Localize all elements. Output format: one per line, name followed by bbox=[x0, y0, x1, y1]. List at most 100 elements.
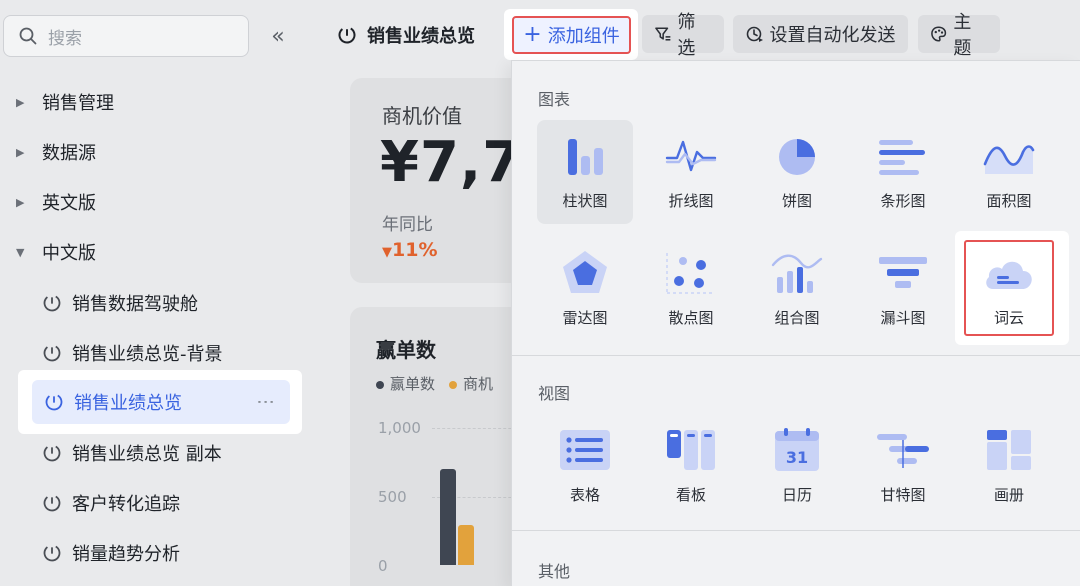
chart-option-line[interactable]: 折线图 bbox=[643, 120, 739, 224]
dashboard-item[interactable]: 销售业绩总览-背景 bbox=[30, 331, 290, 375]
section-divider bbox=[512, 530, 1080, 531]
line-chart-icon bbox=[665, 140, 717, 172]
card-title: 赢单数 bbox=[376, 338, 436, 362]
legend-label: 商机 bbox=[463, 375, 494, 393]
chart-option-horizontal-bar[interactable]: 条形图 bbox=[855, 120, 951, 224]
view-option-label: 看板 bbox=[675, 486, 706, 504]
auto-send-button[interactable]: 设置自动化发送 bbox=[733, 15, 908, 53]
yoy-label: 年同比 bbox=[382, 215, 433, 235]
filter-icon bbox=[655, 27, 671, 41]
legend-item: 赢单数 bbox=[376, 373, 435, 394]
chart-legend: 赢单数 商机 bbox=[376, 373, 493, 394]
chart-option-label: 组合图 bbox=[774, 309, 820, 327]
legend-dot bbox=[376, 380, 384, 389]
folder-chinese[interactable]: ▼ 中文版 bbox=[0, 232, 300, 272]
chart-option-label: 雷达图 bbox=[562, 309, 608, 327]
table-icon bbox=[560, 430, 610, 470]
chart-option-funnel[interactable]: 漏斗图 bbox=[855, 237, 951, 341]
dashboard-label: 销售业绩总览-背景 bbox=[72, 344, 223, 365]
chart-option-label: 饼图 bbox=[781, 192, 812, 210]
auto-send-label: 设置自动化发送 bbox=[769, 25, 896, 46]
view-option-gantt[interactable]: 甘特图 bbox=[855, 414, 951, 518]
calendar-day: 31 bbox=[785, 448, 809, 467]
search-input[interactable]: 搜索 bbox=[3, 15, 249, 57]
view-option-calendar[interactable]: 31 日历 bbox=[749, 414, 845, 518]
view-option-gallery[interactable]: 画册 bbox=[961, 414, 1057, 518]
filter-button[interactable]: 筛选 bbox=[642, 12, 724, 59]
radar-chart-icon bbox=[563, 251, 607, 293]
dashboard-icon bbox=[338, 26, 356, 44]
dashboard-item[interactable]: 销量趋势分析 bbox=[30, 531, 290, 575]
chart-option-label: 条形图 bbox=[880, 192, 926, 210]
scatter-chart-icon bbox=[666, 253, 715, 294]
chart-option-word-cloud[interactable]: 词云 bbox=[961, 237, 1057, 341]
pie-chart-icon bbox=[779, 139, 815, 175]
folder-label: 中文版 bbox=[42, 243, 96, 264]
dashboard-label: 销售数据驾驶舱 bbox=[72, 294, 198, 315]
folder-english[interactable]: ▶ 英文版 bbox=[0, 182, 300, 222]
caret-right-icon: ▶ bbox=[16, 95, 25, 109]
view-option-table[interactable]: 表格 bbox=[537, 414, 633, 518]
dashboard-icon bbox=[43, 344, 61, 362]
chart-option-radar[interactable]: 雷达图 bbox=[537, 237, 633, 341]
section-title-views: 视图 bbox=[538, 384, 571, 403]
add-component-label: 添加组件 bbox=[547, 26, 620, 47]
folder-data-source[interactable]: ▶ 数据源 bbox=[0, 132, 300, 172]
caret-right-icon: ▶ bbox=[16, 145, 25, 159]
yoy-change: ▼11% bbox=[382, 239, 437, 261]
chart-option-pie[interactable]: 饼图 bbox=[749, 120, 845, 224]
search-icon bbox=[19, 27, 37, 45]
folder-label: 数据源 bbox=[42, 143, 96, 164]
chart-option-label: 词云 bbox=[993, 309, 1024, 327]
dashboard-label: 销量趋势分析 bbox=[72, 544, 180, 565]
chart-option-label: 面积图 bbox=[986, 192, 1032, 210]
dashboard-label: 客户转化追踪 bbox=[72, 494, 180, 515]
view-option-label: 画册 bbox=[993, 486, 1024, 504]
chart-option-label: 柱状图 bbox=[562, 192, 608, 210]
y-tick-label: 0 bbox=[378, 557, 388, 575]
more-options-icon[interactable]: ⋮ bbox=[255, 393, 276, 411]
dashboard-item[interactable]: 销售数据驾驶舱 bbox=[30, 281, 290, 325]
word-cloud-icon bbox=[986, 261, 1032, 289]
dashboard-icon bbox=[43, 444, 61, 462]
schedule-icon bbox=[746, 26, 763, 42]
card-title: 商机价值 bbox=[382, 104, 462, 128]
view-option-label: 甘特图 bbox=[880, 486, 926, 504]
dashboard-icon bbox=[45, 393, 63, 411]
bar-opportunities bbox=[458, 525, 474, 565]
yoy-change-value: 11% bbox=[392, 239, 438, 261]
chart-option-area[interactable]: 面积图 bbox=[961, 120, 1057, 224]
dashboard-item-active[interactable]: 销售业绩总览 ⋮ bbox=[32, 380, 290, 424]
page-title-text: 销售业绩总览 bbox=[367, 26, 475, 47]
add-component-button[interactable]: + 添加组件 bbox=[512, 16, 631, 54]
bar-won-deals bbox=[440, 469, 456, 565]
theme-label: 主题 bbox=[953, 12, 972, 59]
down-triangle-icon: ▼ bbox=[382, 245, 392, 260]
folder-sales-management[interactable]: ▶ 销售管理 bbox=[0, 82, 300, 122]
chart-option-bar[interactable]: 柱状图 bbox=[537, 120, 633, 224]
search-placeholder: 搜索 bbox=[48, 28, 82, 49]
chart-option-scatter[interactable]: 散点图 bbox=[643, 237, 739, 341]
collapse-sidebar-icon[interactable]: « bbox=[264, 22, 292, 50]
combo-chart-icon bbox=[771, 254, 823, 293]
filter-label: 筛选 bbox=[677, 12, 696, 59]
dashboard-item[interactable]: 销售业绩总览 副本 bbox=[30, 431, 290, 475]
view-option-label: 表格 bbox=[569, 486, 600, 504]
legend-item: 商机 bbox=[449, 373, 493, 394]
plus-icon: + bbox=[523, 22, 542, 47]
chart-option-combo[interactable]: 组合图 bbox=[749, 237, 845, 341]
section-title-charts: 图表 bbox=[538, 90, 571, 109]
bar-chart-icon bbox=[568, 139, 603, 175]
chart-option-label: 漏斗图 bbox=[880, 309, 926, 327]
dashboard-label: 销售业绩总览 副本 bbox=[72, 444, 222, 465]
theme-button[interactable]: 主题 bbox=[918, 12, 1000, 59]
folder-label: 英文版 bbox=[42, 193, 96, 214]
dashboard-item[interactable]: 客户转化追踪 bbox=[30, 481, 290, 525]
section-divider bbox=[512, 355, 1080, 356]
view-option-label: 日历 bbox=[781, 486, 812, 504]
folder-label: 销售管理 bbox=[42, 93, 114, 114]
view-option-kanban[interactable]: 看板 bbox=[643, 414, 739, 518]
dashboard-icon bbox=[43, 294, 61, 312]
caret-down-icon: ▼ bbox=[16, 245, 25, 259]
caret-right-icon: ▶ bbox=[16, 195, 25, 209]
